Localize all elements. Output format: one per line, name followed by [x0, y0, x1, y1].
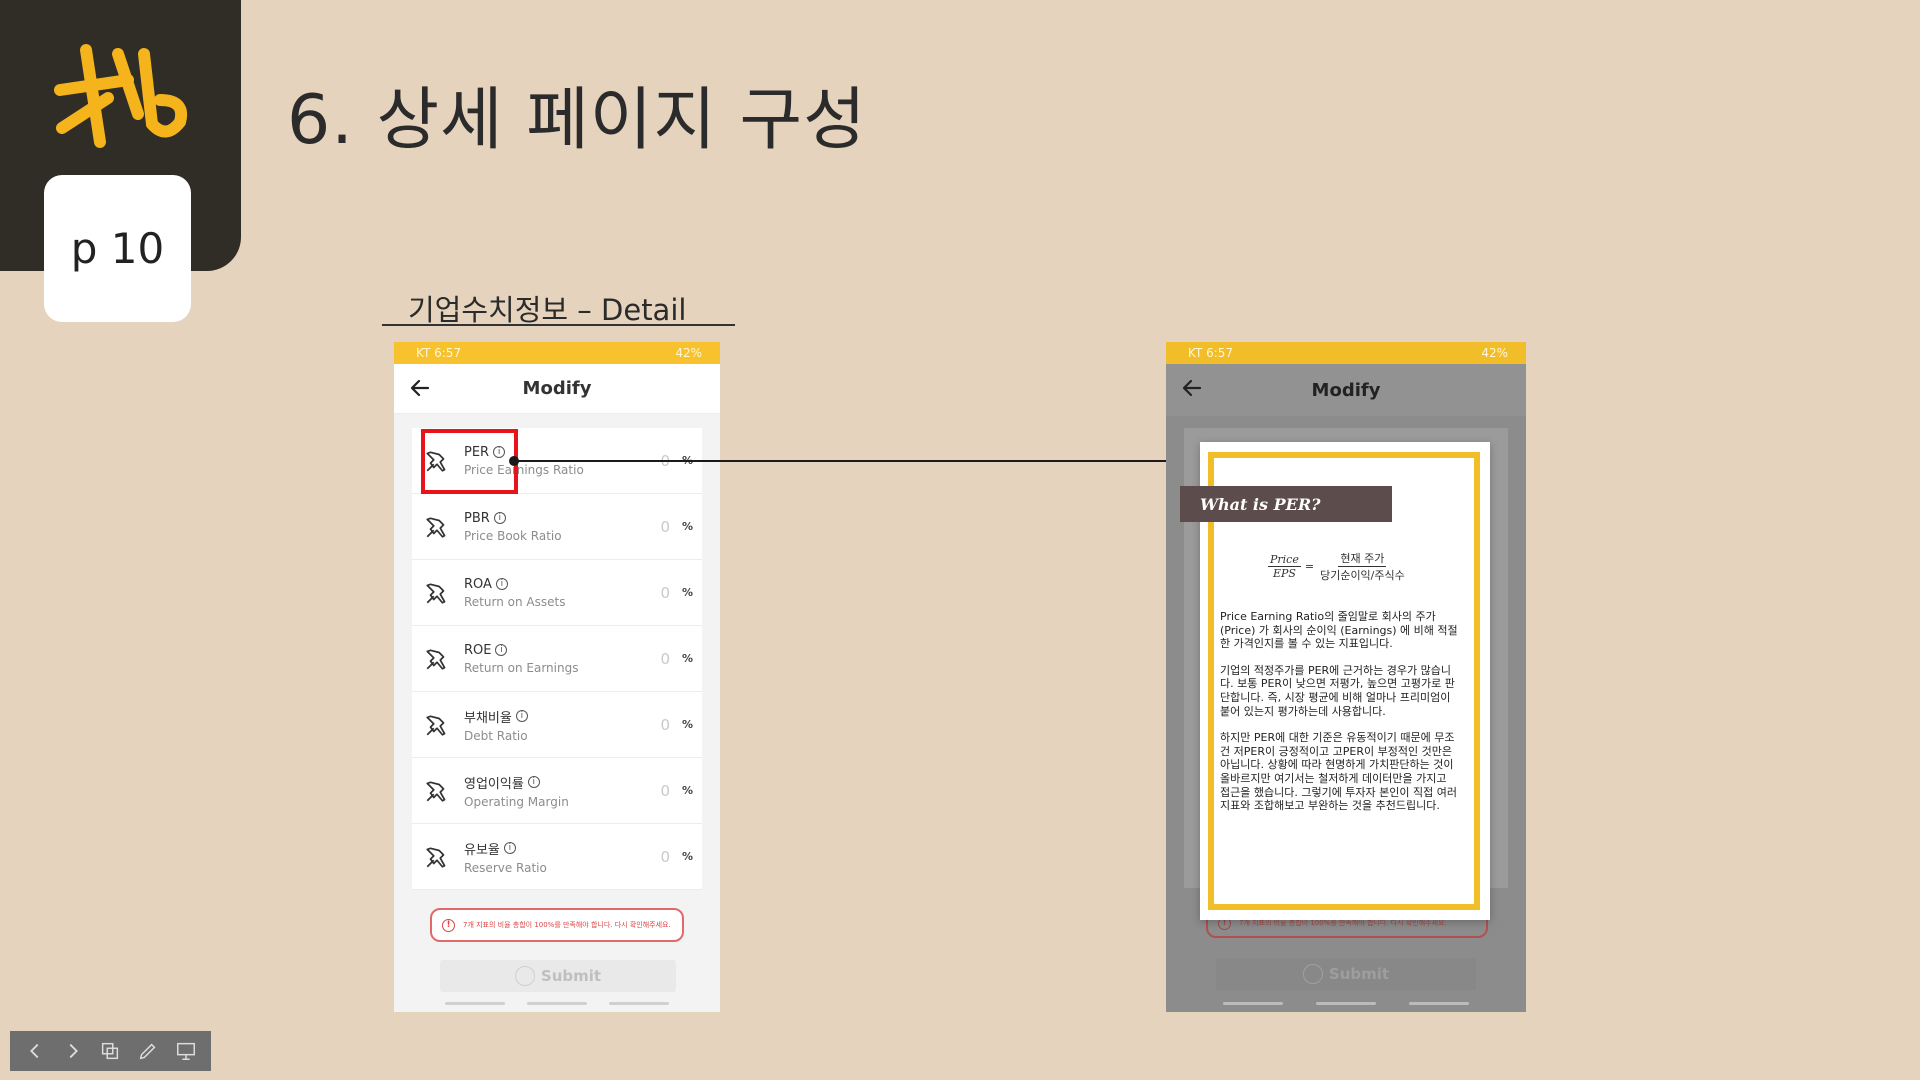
metric-unit: % [682, 652, 694, 665]
metric-name: 부채비율 [464, 710, 512, 726]
android-nav-bar [1166, 1002, 1526, 1010]
metric-row-operating-margin[interactable]: 영업이익률 i Operating Margin 0 % [412, 758, 702, 824]
back-arrow-icon[interactable] [408, 376, 432, 400]
metric-unit: % [682, 586, 694, 599]
connector-dot [509, 456, 519, 466]
status-carrier-time: KT 6:57 [1188, 346, 1234, 360]
metric-desc: Reserve Ratio [464, 860, 547, 875]
metric-desc: Price Book Ratio [464, 528, 562, 543]
metric-unit: % [682, 784, 694, 797]
slide-title: 6. 상세 페이지 구성 [287, 81, 867, 160]
pin-icon[interactable] [424, 778, 450, 804]
formula-eps: EPS [1272, 567, 1296, 580]
status-battery: 42% [675, 346, 702, 360]
metric-unit: % [682, 850, 694, 863]
metric-value-input[interactable]: 0 [644, 518, 670, 536]
metric-row-roe[interactable]: ROE i Return on Earnings 0 % [412, 626, 702, 692]
app-bar: Modify [1166, 364, 1526, 416]
pin-icon[interactable] [424, 514, 450, 540]
info-icon[interactable]: i [527, 776, 540, 788]
metric-desc: Operating Margin [464, 794, 569, 809]
logo-block: p 10 [0, 0, 241, 322]
per-info-dialog[interactable]: What is PER? Price EPS = 현재 주가 당기순이익/주식수… [1180, 442, 1490, 920]
formula-equals: = [1304, 560, 1315, 573]
metric-desc: Debt Ratio [464, 728, 528, 743]
info-icon[interactable]: i [495, 578, 508, 590]
metric-value-input[interactable]: 0 [644, 584, 670, 602]
phone-screenshot-dialog: KT 6:57 42% Modify ! 7개 지표의 비율 총합이 100%를… [1166, 342, 1526, 1012]
submit-button[interactable]: Submit [1216, 958, 1476, 990]
app-bar-title: Modify [522, 378, 592, 399]
validation-warning: ! 7개 지표의 비율 총합이 100%를 만족해야 합니다. 다시 확인해주세… [430, 908, 684, 942]
warning-text: 7개 지표의 비율 총합이 100%를 만족해야 합니다. 다시 확인해주세요. [463, 921, 671, 929]
nav-handle[interactable] [609, 1002, 669, 1005]
metric-name: 영업이익률 [464, 776, 524, 792]
chevron-left-icon[interactable] [24, 1040, 46, 1062]
section-subtitle: 기업수치정보 – Detail [382, 287, 735, 327]
nav-handle[interactable] [1409, 1002, 1470, 1005]
submit-label: Submit [540, 967, 602, 985]
metric-row-debt-ratio[interactable]: 부채비율 i Debt Ratio 0 % [412, 692, 702, 758]
info-icon[interactable]: i [503, 842, 516, 854]
back-arrow-icon[interactable] [1180, 376, 1204, 400]
info-icon[interactable]: i [495, 644, 508, 656]
kb-logo [54, 44, 187, 148]
status-bar: KT 6:57 42% [394, 342, 720, 364]
dialog-paragraph: 하지만 PER에 대한 기준은 유동적이기 때문에 무조건 저PER이 긍정적이… [1220, 731, 1457, 813]
status-bar: KT 6:57 42% [1166, 342, 1526, 364]
warning-icon: ! [442, 918, 455, 932]
formula-net-income: 당기순이익/주식수 [1320, 569, 1405, 582]
chevron-right-icon[interactable] [62, 1040, 84, 1062]
status-carrier-time: KT 6:57 [416, 346, 462, 360]
pen-icon[interactable] [137, 1040, 159, 1062]
page-number-badge: p 10 [44, 175, 191, 322]
pin-icon[interactable] [424, 580, 450, 606]
metric-value-input[interactable]: 0 [644, 650, 670, 668]
presenter-icon[interactable] [175, 1040, 197, 1062]
metric-unit: % [682, 520, 694, 533]
metric-list: PERi Price Earnings Ratio 0 % PBRi Price… [412, 428, 702, 890]
app-bar-title: Modify [1311, 379, 1381, 401]
app-bar: Modify [394, 364, 720, 414]
android-nav-bar [394, 1002, 720, 1010]
formula-current-price: 현재 주가 [1338, 552, 1387, 567]
presentation-toolbar [10, 1031, 211, 1071]
dialog-body: Price Earning Ratio의 줄임말로 회사의 주가 (Price)… [1220, 610, 1458, 826]
metric-row-reserve-ratio[interactable]: 유보율 i Reserve Ratio 0 % [412, 824, 702, 890]
metric-name: ROE [464, 642, 492, 658]
pin-icon[interactable] [424, 646, 450, 672]
pin-icon[interactable] [424, 844, 450, 870]
metric-name: PBR [464, 510, 490, 526]
metric-value-input[interactable]: 0 [644, 782, 670, 800]
metric-name: ROA [464, 576, 492, 592]
check-circle-icon [1302, 964, 1323, 984]
metric-row-roa[interactable]: ROA i Return on Assets 0 % [412, 560, 702, 626]
per-formula: Price EPS = 현재 주가 당기순이익/주식수 [1268, 550, 1407, 583]
dialog-paragraph: 기업의 적정주가를 PER에 근거하는 경우가 많습니다. 보통 PER이 낮으… [1220, 663, 1455, 718]
info-icon[interactable]: i [515, 710, 528, 722]
pin-icon[interactable] [424, 712, 450, 738]
formula-price: Price [1268, 553, 1301, 567]
status-battery: 42% [1481, 346, 1508, 360]
metric-desc: Return on Assets [464, 594, 566, 609]
submit-button[interactable]: Submit [440, 960, 676, 992]
check-circle-icon [514, 966, 535, 986]
copy-icon[interactable] [99, 1040, 121, 1062]
metric-value-input[interactable]: 0 [644, 716, 670, 734]
metric-name: 유보율 [464, 842, 500, 858]
submit-label: Submit [1328, 965, 1390, 983]
nav-handle[interactable] [1315, 1002, 1376, 1005]
per-highlight-box [421, 429, 518, 494]
dialog-banner: What is PER? [1180, 486, 1392, 522]
nav-handle[interactable] [1222, 1002, 1283, 1005]
metric-value-input[interactable]: 0 [644, 848, 670, 866]
nav-handle[interactable] [527, 1002, 587, 1005]
dialog-paragraph: Price Earning Ratio의 줄임말로 회사의 주가 (Price)… [1220, 610, 1458, 651]
metric-unit: % [682, 718, 694, 731]
info-icon[interactable]: i [493, 512, 506, 524]
nav-handle[interactable] [445, 1002, 505, 1005]
metric-row-pbr[interactable]: PBR i Price Book Ratio 0 % [412, 494, 702, 560]
connector-line [514, 460, 1166, 462]
metric-desc: Return on Earnings [464, 660, 579, 675]
